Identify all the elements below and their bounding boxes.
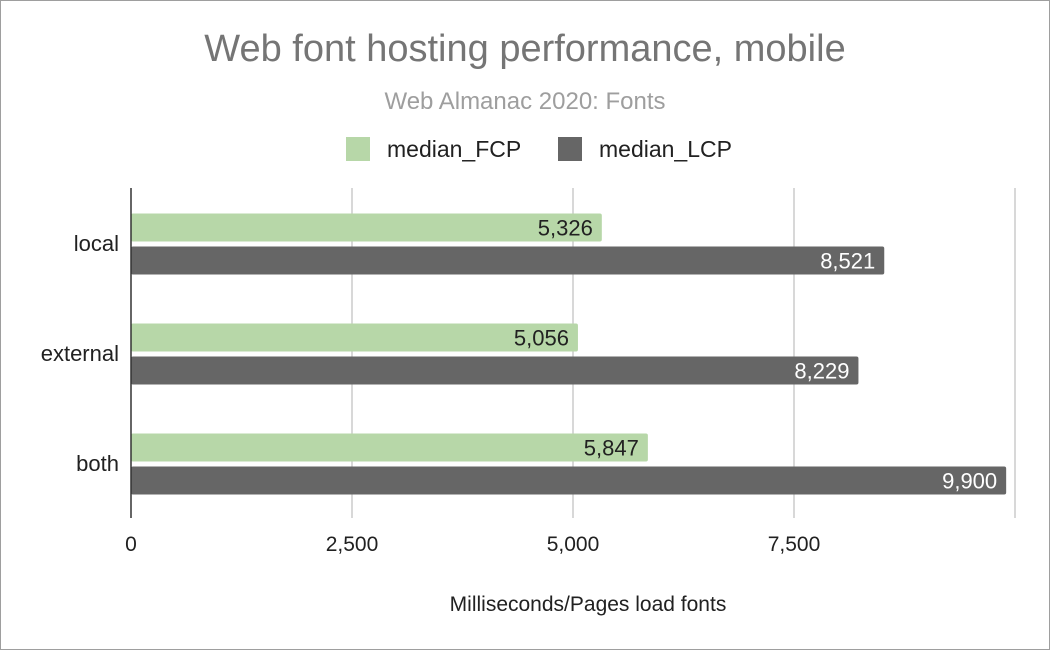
x-axis-title: Milliseconds/Pages load fonts xyxy=(450,593,727,616)
legend: median_FCP median_LCP xyxy=(346,136,732,162)
x-tick-label-0: 0 xyxy=(125,533,137,556)
bar-external-median-fcp xyxy=(131,323,578,352)
y-tick-label-external: external xyxy=(41,341,119,366)
x-tick-label-5-000: 5,000 xyxy=(547,533,600,556)
data-label-external-median-fcp: 5,056 xyxy=(514,326,569,351)
data-label-external-median-lcp: 8,229 xyxy=(794,359,849,384)
bar-both-median-lcp xyxy=(131,466,1007,495)
x-tick-label-2-500: 2,500 xyxy=(326,533,379,556)
data-label-local-median-fcp: 5,326 xyxy=(538,216,593,241)
bar-local-median-fcp xyxy=(131,213,602,242)
legend-label-median-fcp: median_FCP xyxy=(387,136,521,162)
bars: 5,326 8,521 5,056 8,229 5,847 9,900 xyxy=(131,213,1007,495)
y-tick-label-local: local xyxy=(74,231,119,256)
legend-label-median-lcp: median_LCP xyxy=(599,136,732,162)
legend-swatch-median-fcp xyxy=(346,137,370,161)
bar-local-median-lcp xyxy=(131,246,885,275)
data-label-both-median-lcp: 9,900 xyxy=(942,469,997,494)
bar-chart: median_FCP median_LCP 5,326 8,521 5,056 8,22… xyxy=(41,136,1016,616)
bar-external-median-lcp xyxy=(131,356,859,385)
data-label-local-median-lcp: 8,521 xyxy=(820,249,875,274)
bar-both-median-fcp xyxy=(131,433,648,462)
legend-swatch-median-lcp xyxy=(558,137,582,161)
x-tick-label-7-500: 7,500 xyxy=(768,533,821,556)
y-tick-label-both: both xyxy=(76,451,119,476)
data-label-both-median-fcp: 5,847 xyxy=(584,436,639,461)
